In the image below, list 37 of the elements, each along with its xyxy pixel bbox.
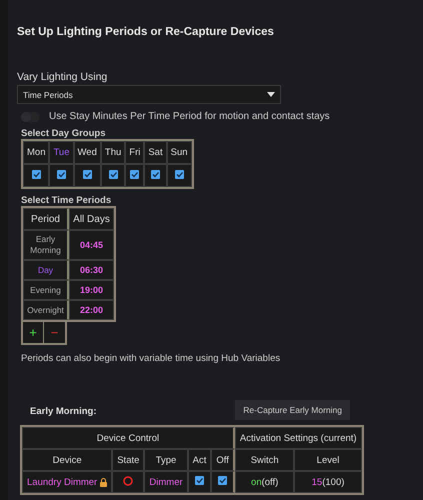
section-title: Early Morning:	[30, 406, 97, 417]
checkbox[interactable]	[82, 170, 92, 178]
column-header: Level	[316, 454, 340, 466]
add-button[interactable]: +	[23, 322, 44, 343]
section-label: Select Day Groups	[21, 128, 106, 139]
level-setting: 15(100)	[312, 476, 344, 488]
period-time[interactable]: 04:45	[80, 240, 104, 250]
switch-setting: on(off)	[251, 476, 278, 488]
checkbox[interactable]	[218, 476, 228, 485]
dropdown-field[interactable]: Time Periods	[17, 85, 281, 104]
remove-button[interactable]: −	[44, 322, 65, 343]
info-text: Periods can also begin with variable time using Hub Variables	[21, 353, 280, 364]
checkbox[interactable]	[150, 170, 160, 178]
field-label: Vary Lighting Using	[17, 71, 108, 83]
column-header: All Days	[73, 214, 110, 224]
column-header: Period	[31, 214, 60, 224]
caret-icon	[267, 92, 275, 97]
column-header: Off	[216, 454, 229, 466]
column-header: Act	[192, 454, 206, 466]
column-header: Type	[156, 454, 176, 466]
period-name[interactable]: Day	[38, 264, 54, 276]
checkbox[interactable]	[195, 476, 204, 485]
column-header: Switch	[250, 454, 279, 466]
checkbox[interactable]	[174, 170, 184, 178]
section-label: Select Time Periods	[21, 195, 112, 206]
page-title: Set Up Lighting Periods or Re-Capture Devices	[17, 25, 274, 38]
checkbox[interactable]	[32, 170, 41, 178]
group-header: Activation Settings (current)	[240, 432, 357, 444]
recapture-button[interactable]: Re-Capture Early Morning	[235, 400, 350, 420]
column-header: State	[117, 454, 140, 466]
device-type: Dimmer	[149, 476, 183, 488]
checkbox[interactable]	[108, 170, 118, 178]
column-header: Device	[52, 454, 82, 466]
checkbox[interactable]	[57, 170, 66, 178]
group-header: Device Control	[96, 432, 160, 444]
checkbox[interactable]	[130, 170, 140, 178]
toggle-label: Use Stay Minutes Per Time Period for motion and contact stays	[49, 111, 330, 122]
